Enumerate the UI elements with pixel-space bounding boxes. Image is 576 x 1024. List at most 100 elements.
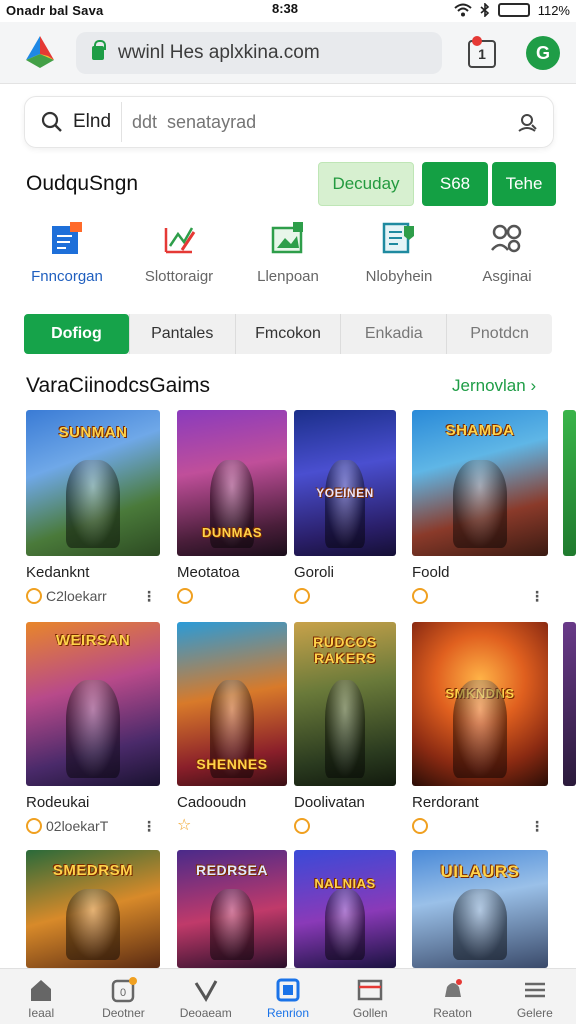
category-item[interactable]: Fnncorgan xyxy=(12,220,122,285)
category-item[interactable]: Nlobyhein xyxy=(344,220,454,285)
game-name: Goroli xyxy=(294,564,335,581)
game-card[interactable]: UILAURS xyxy=(412,850,548,968)
category-row: Fnncorgan Slottoraigr Llenpoan Nlobyhein… xyxy=(0,220,576,296)
nav-label: Renrion xyxy=(266,1006,309,1020)
people-icon xyxy=(491,224,522,253)
browser-toolbar: wwinl Hes aplxkina.com 1 G xyxy=(0,22,576,84)
cover-title: RUDCOS RAKERS xyxy=(313,634,377,666)
app-logo-icon[interactable] xyxy=(22,34,58,70)
nav-item[interactable]: 0 Deotner xyxy=(82,969,164,1024)
game-meta: ⋮ xyxy=(412,817,548,835)
cover-title: SUNMAN xyxy=(58,424,128,441)
cover-title: YOEINEN xyxy=(316,486,374,500)
menu-icon xyxy=(524,982,545,998)
game-name: Meotatoa xyxy=(177,564,240,581)
game-card[interactable] xyxy=(563,410,576,556)
game-card[interactable]: SMEDRSM xyxy=(26,850,160,968)
game-card[interactable] xyxy=(563,622,576,786)
pen-chart-icon xyxy=(164,227,196,254)
filter-tab[interactable]: Fmcokon xyxy=(234,314,341,354)
filter-tab[interactable]: Dofiog xyxy=(24,314,129,354)
game-card[interactable]: NALNIAS xyxy=(294,850,396,968)
category-label: Nlobyhein xyxy=(365,268,433,285)
search-icon[interactable] xyxy=(41,111,63,133)
more-options-icon[interactable]: ⋮ xyxy=(530,588,544,605)
game-cover-image: NALNIAS xyxy=(294,850,396,968)
category-item[interactable]: Slottoraigr xyxy=(124,220,234,285)
square-icon xyxy=(276,978,300,1002)
filter-tab[interactable]: Pnotdcn xyxy=(446,314,552,354)
status-left-text: Onadr bal Sava xyxy=(6,2,104,18)
bluetooth-icon xyxy=(480,3,489,17)
news-shield-icon xyxy=(382,222,414,254)
see-all-label: Jernovlan xyxy=(452,376,526,395)
location-icon xyxy=(412,818,428,834)
game-cover-image: SMEDRSM xyxy=(26,850,160,968)
game-cover-image: SHENNES xyxy=(177,622,287,786)
filter-tab[interactable]: Pantales xyxy=(128,314,235,354)
game-card[interactable]: YOEINEN Goroli xyxy=(294,410,396,605)
nav-item[interactable]: Renrion xyxy=(247,969,329,1024)
cover-title: UILAURS xyxy=(440,862,520,881)
more-options-icon[interactable]: ⋮ xyxy=(142,588,156,605)
game-meta xyxy=(294,817,396,835)
game-cover-image: SMKNDNS xyxy=(412,622,548,786)
game-cover-image xyxy=(563,410,576,556)
s68-button[interactable]: S68 xyxy=(422,162,488,206)
category-label: Slottoraigr xyxy=(144,268,214,285)
game-name: Foold xyxy=(412,564,450,581)
game-cover-image xyxy=(563,622,576,786)
svg-text:0: 0 xyxy=(120,987,126,999)
address-bar[interactable]: wwinl Hes aplxkina.com xyxy=(76,32,442,74)
see-all-link[interactable]: Jernovlan › xyxy=(452,376,536,396)
game-card[interactable]: SMKNDNS Rerdorant ⋮ xyxy=(412,622,548,835)
battery-icon xyxy=(497,3,530,17)
game-card[interactable]: SUNMAN Kedanknt C2loekarr ⋮ xyxy=(26,410,160,605)
game-meta xyxy=(294,587,396,605)
game-cover-image: RUDCOS RAKERS xyxy=(294,622,396,786)
document-chart-icon xyxy=(52,222,82,254)
notification-dot xyxy=(472,36,482,46)
game-cover-image: REDRSEA xyxy=(177,850,287,968)
badge-icon: 0 xyxy=(112,977,138,1003)
profile-avatar[interactable]: G xyxy=(526,36,560,70)
category-item[interactable]: Llenpoan xyxy=(233,220,343,285)
game-card[interactable]: DUNMAS Meotatoa xyxy=(177,410,287,605)
cover-title: REDRSEA xyxy=(196,862,268,878)
tehe-button[interactable]: Tehe xyxy=(492,162,556,206)
filter-tabs: Dofiog Pantales Fmcokon Enkadia Pnotdcn xyxy=(24,314,552,354)
nav-item[interactable]: Reaton xyxy=(411,969,493,1024)
game-card[interactable]: REDRSEA xyxy=(177,850,287,968)
cover-title: SHENNES xyxy=(196,756,268,772)
game-card[interactable]: RUDCOS RAKERS Doolivatan xyxy=(294,622,396,835)
star-icon: ☆ xyxy=(177,817,192,834)
more-options-icon[interactable]: ⋮ xyxy=(142,818,156,835)
nav-item[interactable]: Gelere xyxy=(494,969,576,1024)
game-meta-text: 02loekarT xyxy=(46,818,109,834)
decuday-button[interactable]: Decuday xyxy=(318,162,414,206)
heart-icon xyxy=(294,588,310,604)
shield-icon xyxy=(177,588,193,604)
nav-item[interactable]: Gollen xyxy=(329,969,411,1024)
url-text: wwinl Hes aplxkina.com xyxy=(118,42,320,63)
lock-icon xyxy=(92,40,106,60)
filter-tab[interactable]: Enkadia xyxy=(340,314,446,354)
category-item[interactable]: Asginai xyxy=(452,220,562,285)
tabs-button[interactable]: 1 xyxy=(468,36,496,68)
wifi-icon xyxy=(454,3,472,17)
game-card[interactable]: SHAMDA Foold ⋮ xyxy=(412,410,548,605)
game-card[interactable]: SHENNES Cadooudn ☆ xyxy=(177,622,287,835)
nav-item[interactable]: Ieaal xyxy=(0,969,82,1024)
game-name: Rerdorant xyxy=(412,794,479,811)
voice-search-icon[interactable] xyxy=(515,111,539,135)
search-input[interactable] xyxy=(132,111,502,133)
game-cover-image: DUNMAS xyxy=(177,410,287,556)
game-cover-image: SHAMDA xyxy=(412,410,548,556)
game-cover-image: YOEINEN xyxy=(294,410,396,556)
bottom-navigation: Ieaal 0 Deotner Deoaeam Renrion Gollen R… xyxy=(0,968,576,1024)
game-card[interactable]: WEIRSAN Rodeukai 02loekarT ⋮ xyxy=(26,622,160,835)
coin-icon xyxy=(26,818,42,834)
more-options-icon[interactable]: ⋮ xyxy=(530,818,544,835)
nav-item[interactable]: Deoaeam xyxy=(165,969,247,1024)
battery-percent: 112% xyxy=(537,2,570,18)
